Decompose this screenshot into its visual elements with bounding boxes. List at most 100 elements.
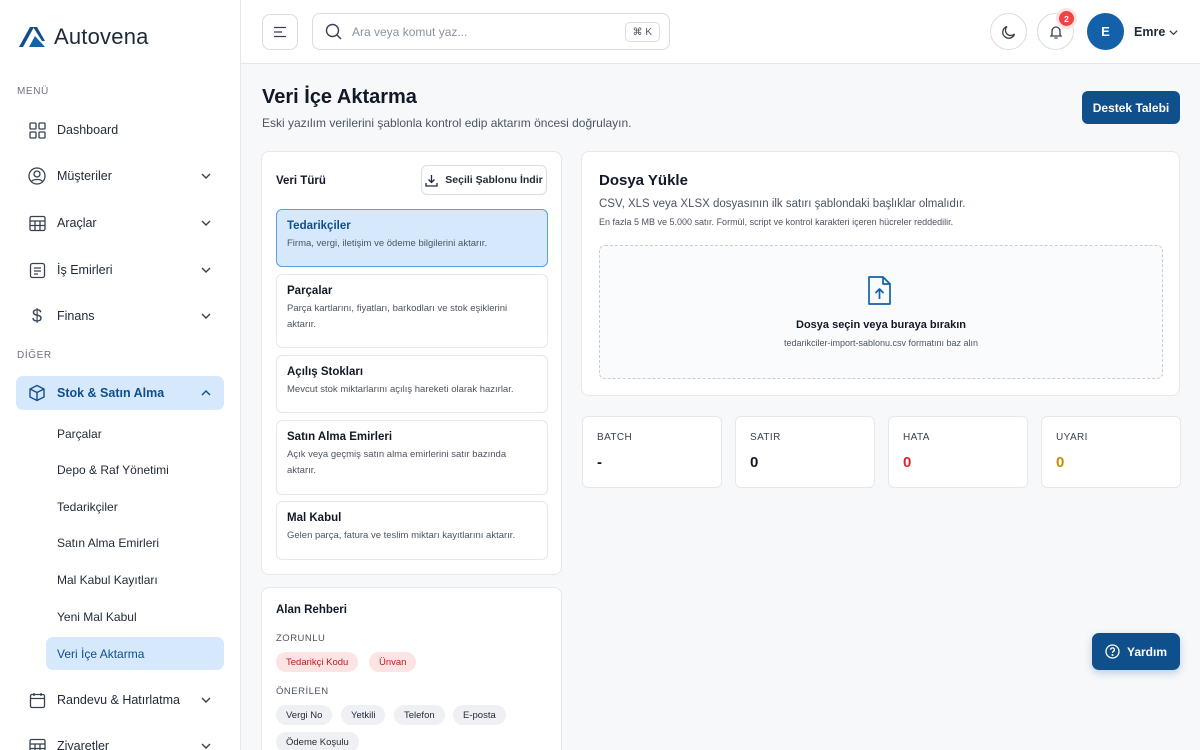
stat-value: - <box>597 454 602 471</box>
field-guide-title: Alan Rehberi <box>276 604 347 616</box>
data-type-option-goods-receipt[interactable]: Mal Kabul Gelen parça, fatura ve teslim … <box>276 501 548 560</box>
chevron-down-icon <box>201 697 211 703</box>
data-type-option-title: Parçalar <box>287 285 333 297</box>
data-type-option-parts[interactable]: Parçalar Parça kartlarını, fiyatları, ba… <box>276 274 548 348</box>
stat-value: 0 <box>903 454 912 471</box>
sidebar-item-label: Randevu & Hatırlatma <box>57 693 180 707</box>
sidebar-subitem-new-goods-receipt[interactable]: Yeni Mal Kabul <box>46 600 224 633</box>
data-type-option-desc: Gelen parça, fatura ve teslim miktarı ka… <box>287 530 516 541</box>
data-type-card: Veri Türü Seçili Şablonu İndir Tedarikçi… <box>261 151 562 575</box>
stat-value: 0 <box>1056 454 1065 471</box>
sidebar-subitem-suppliers[interactable]: Tedarikçiler <box>46 490 224 523</box>
stat-label: SATIR <box>750 432 781 443</box>
dropzone-hint: tedarikciler-import-sablonu.csv formatın… <box>783 338 979 348</box>
data-type-option-desc: Mevcut stok miktarlarını açılış hareketi… <box>287 384 514 395</box>
top-header: ⌘ K 2 E Emre <box>241 0 1200 64</box>
sidebar-subitem-parts[interactable]: Parçalar <box>46 417 224 450</box>
stat-card-batch: BATCH - <box>582 416 722 488</box>
sidebar-item-work-orders[interactable]: İş Emirleri <box>16 253 224 287</box>
calendar-icon <box>26 689 48 711</box>
chevron-down-icon <box>201 173 211 179</box>
sidebar-item-label: Stok & Satın Alma <box>57 386 165 400</box>
suggested-field-chip: Vergi No <box>276 705 333 725</box>
user-name[interactable]: Emre <box>1134 25 1165 39</box>
upload-title: Dosya Yükle <box>599 172 688 189</box>
data-type-option-desc: Firma, vergi, iletişim ve ödeme bilgiler… <box>287 238 488 249</box>
stat-card-warnings: UYARI 0 <box>1041 416 1181 488</box>
user-circle-icon <box>26 165 48 187</box>
sidebar-item-dashboard[interactable]: Dashboard <box>16 113 224 147</box>
chevron-down-icon <box>201 220 211 226</box>
sidebar: Autovena MENÜ Dashboard Müşteriler Araçl… <box>0 0 241 750</box>
download-template-label: Seçili Şablonu İndir <box>445 174 543 186</box>
sidebar-subitem-warehouse[interactable]: Depo & Raf Yönetimi <box>46 453 224 486</box>
download-icon <box>425 174 438 187</box>
table-icon <box>26 212 48 234</box>
search-bar[interactable]: ⌘ K <box>312 13 670 50</box>
notifications-button[interactable]: 2 <box>1037 11 1074 50</box>
theme-toggle-button[interactable] <box>990 13 1027 50</box>
sidebar-item-customers[interactable]: Müşteriler <box>16 159 224 193</box>
chevron-down-icon <box>201 743 211 749</box>
sidebar-item-vehicles[interactable]: Araçlar <box>16 206 224 240</box>
stat-label: HATA <box>903 432 930 443</box>
support-request-button[interactable]: Destek Talebi <box>1082 91 1180 124</box>
dropzone-title: Dosya seçin veya buraya bırakın <box>796 319 966 331</box>
data-type-option-title: Satın Alma Emirleri <box>287 431 393 443</box>
page-title: Veri İçe Aktarma <box>262 86 417 108</box>
sidebar-item-visits[interactable]: Ziyaretler <box>16 729 224 750</box>
brand-name: Autovena <box>54 24 149 49</box>
chevron-up-icon <box>201 390 211 396</box>
stat-card-rows: SATIR 0 <box>735 416 875 488</box>
shortcut-hint: ⌘ K <box>624 22 660 42</box>
document-list-icon <box>26 259 48 281</box>
data-type-option-purchase-orders[interactable]: Satın Alma Emirleri Açık veya geçmiş sat… <box>276 420 548 495</box>
data-type-option-title: Mal Kabul <box>287 512 342 524</box>
stat-label: UYARI <box>1056 432 1088 443</box>
suggested-field-chip: Yetkili <box>341 705 386 725</box>
data-type-option-suppliers[interactable]: Tedarikçiler Firma, vergi, iletişim ve ö… <box>276 209 548 267</box>
suggested-label: ÖNERİLEN <box>276 686 329 697</box>
chevron-down-icon[interactable] <box>1168 27 1179 38</box>
sidebar-subitem-goods-receipt-records[interactable]: Mal Kabul Kayıtları <box>46 563 224 596</box>
logo[interactable]: Autovena <box>18 24 149 50</box>
sidebar-item-finance[interactable]: $ Finans <box>16 299 224 333</box>
stat-value: 0 <box>750 454 759 471</box>
stat-card-errors: HATA 0 <box>888 416 1028 488</box>
data-type-option-desc: Açık veya geçmiş satın alma emirlerini s… <box>287 449 507 476</box>
avatar[interactable]: E <box>1087 13 1124 50</box>
menu-section-label: MENÜ <box>17 86 49 97</box>
file-dropzone[interactable]: Dosya seçin veya buraya bırakın tedarikc… <box>599 245 1163 379</box>
sidebar-item-label: Araçlar <box>57 216 97 230</box>
menu-icon <box>274 26 286 38</box>
dollar-icon: $ <box>31 305 42 326</box>
notification-badge: 2 <box>1059 11 1074 26</box>
required-field-chip: Ünvan <box>369 652 417 672</box>
grid-icon <box>26 119 48 141</box>
sidebar-item-label: Ziyaretler <box>57 739 110 750</box>
data-type-title: Veri Türü <box>276 175 326 187</box>
download-template-button[interactable]: Seçili Şablonu İndir <box>421 165 547 195</box>
help-button[interactable]: Yardım <box>1092 633 1180 670</box>
data-type-option-opening-stock[interactable]: Açılış Stokları Mevcut stok miktarlarını… <box>276 355 548 413</box>
sidebar-item-label: Finans <box>57 309 95 323</box>
chevron-down-icon <box>201 313 211 319</box>
upload-description: CSV, XLS veya XLSX dosyasının ilk satırı… <box>599 198 966 210</box>
sidebar-item-label: Müşteriler <box>57 169 112 183</box>
data-type-option-title: Açılış Stokları <box>287 366 364 378</box>
upload-card: Dosya Yükle CSV, XLS veya XLSX dosyasını… <box>581 151 1180 396</box>
sidebar-item-stock-purchasing[interactable]: Stok & Satın Alma <box>16 376 224 410</box>
sidebar-subitem-data-import[interactable]: Veri İçe Aktarma <box>46 637 224 670</box>
logo-icon <box>19 27 45 47</box>
data-type-option-desc: Parça kartlarını, fiyatları, barkodları … <box>287 303 508 330</box>
box-icon <box>26 382 48 404</box>
suggested-field-chip: Telefon <box>394 705 445 725</box>
sidebar-toggle-button[interactable] <box>262 14 298 50</box>
search-input[interactable] <box>352 24 602 39</box>
page-subtitle: Eski yazılım verilerini şablonla kontrol… <box>262 116 632 130</box>
chevron-down-icon <box>201 267 211 273</box>
help-button-label: Yardım <box>1126 644 1168 659</box>
field-guide-card: Alan Rehberi ZORUNLU Tedarikçi Kodu Ünva… <box>261 587 562 750</box>
sidebar-subitem-purchase-orders[interactable]: Satın Alma Emirleri <box>46 526 224 559</box>
sidebar-item-appointments[interactable]: Randevu & Hatırlatma <box>16 683 224 717</box>
